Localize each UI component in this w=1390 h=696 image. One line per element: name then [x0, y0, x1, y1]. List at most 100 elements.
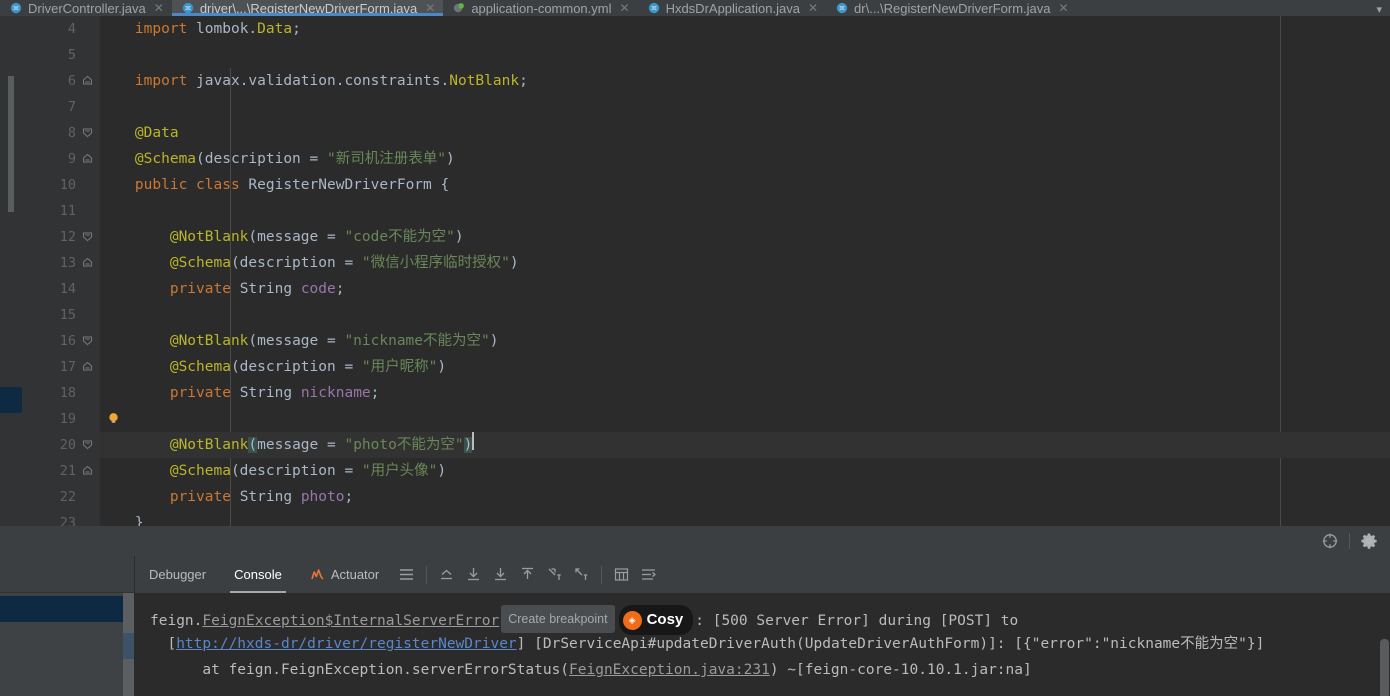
- code-line[interactable]: 5: [68, 42, 1390, 68]
- close-icon[interactable]: ✕: [620, 1, 630, 15]
- bottom-tool-window[interactable]: Debugger Console Actuator feign.FeignExcep…: [0, 556, 1390, 696]
- close-icon[interactable]: ✕: [425, 1, 435, 15]
- line-number: 19: [59, 411, 76, 427]
- crosshair-locate-icon[interactable]: [1321, 532, 1339, 550]
- code-line[interactable]: 20 @NotBlank(message = "photo不能为空"): [60, 432, 1390, 458]
- console-tab-bar[interactable]: Debugger Console Actuator: [135, 556, 1390, 593]
- console-scrollbar[interactable]: [1379, 593, 1390, 696]
- yaml-file-icon: [454, 3, 465, 13]
- code-fold-collapse-icon[interactable]: [82, 75, 93, 86]
- console-output[interactable]: feign.FeignException$InternalServerError…: [135, 593, 1390, 696]
- console-exception-link[interactable]: FeignException$InternalServerError: [202, 613, 499, 629]
- console-tab-debugger[interactable]: Debugger: [135, 556, 220, 593]
- step-out-icon[interactable]: [519, 566, 536, 583]
- menu-lines-icon[interactable]: [398, 566, 415, 583]
- console-scrollbar-thumb[interactable]: [1380, 639, 1389, 696]
- code-editor[interactable]: 4 import lombok.Data; 5 6 import javax.val…: [0, 16, 1390, 526]
- line-number: 20: [59, 437, 76, 453]
- code-line[interactable]: 15: [60, 302, 1390, 328]
- code-token: (description =: [196, 151, 327, 167]
- console-url-link[interactable]: http://hxds-dr/driver/registerNewDriver: [176, 636, 516, 652]
- code-line[interactable]: 14 private String code;: [60, 276, 1390, 302]
- editor-bottom-toolbar[interactable]: [0, 526, 1390, 556]
- editor-tab-0[interactable]: DriverController.java ✕: [0, 0, 172, 16]
- code-line[interactable]: 18 private String nickname;: [60, 380, 1390, 406]
- step-over-icon[interactable]: [465, 566, 482, 583]
- debug-frames-scrollbar-thumb[interactable]: [123, 633, 134, 659]
- code-line[interactable]: 9 @Schema(description = "新司机注册表单"): [68, 146, 1390, 172]
- create-breakpoint-hint[interactable]: Create breakpoint: [501, 605, 615, 633]
- close-icon[interactable]: ✕: [1059, 1, 1069, 15]
- code-fold-expand-icon[interactable]: [82, 127, 93, 138]
- code-fold-expand-icon[interactable]: [82, 231, 93, 242]
- code-fold-expand-icon[interactable]: [82, 439, 93, 450]
- force-step-into-icon[interactable]: [546, 566, 563, 583]
- code-line[interactable]: 16 @NotBlank(message = "nickname不能为空"): [60, 328, 1390, 354]
- tab-overflow-chevron-down-icon[interactable]: ▾: [1368, 3, 1390, 16]
- console-tab-actuator[interactable]: Actuator: [296, 556, 393, 593]
- code-line[interactable]: 21 @Schema(description = "用户头像"): [60, 458, 1390, 484]
- code-line[interactable]: 23 }: [60, 510, 1390, 526]
- evaluate-table-icon[interactable]: [613, 566, 630, 583]
- soft-wrap-icon[interactable]: [640, 566, 657, 583]
- code-fold-collapse-icon[interactable]: [82, 361, 93, 372]
- close-icon[interactable]: ✕: [808, 1, 818, 15]
- cosy-badge-label: Cosy: [646, 611, 684, 628]
- console-exception-link[interactable]: FeignException.java:231: [569, 662, 770, 678]
- code-fold-collapse-icon[interactable]: [82, 257, 93, 268]
- code-fold-collapse-icon[interactable]: [82, 465, 93, 476]
- code-token: ): [437, 359, 447, 375]
- line-number: 11: [59, 203, 76, 219]
- line-number: 16: [59, 333, 76, 349]
- code-token: String: [239, 489, 293, 505]
- code-token: photo: [300, 489, 345, 505]
- code-fold-expand-icon[interactable]: [82, 335, 93, 346]
- code-line-text: @Schema(description = "新司机注册表单"): [100, 146, 455, 172]
- close-icon[interactable]: ✕: [154, 1, 164, 15]
- code-fold-collapse-icon[interactable]: [82, 153, 93, 164]
- editor-tab-4[interactable]: dr\...\RegisterNewDriverForm.java ✕: [826, 0, 1077, 16]
- code-line[interactable]: 22 private String photo;: [60, 484, 1390, 510]
- debug-frames-panel[interactable]: [0, 556, 135, 696]
- java-class-icon: [648, 2, 659, 14]
- code-token: code: [300, 281, 336, 297]
- console-line: at feign.FeignException.serverErrorStatu…: [135, 657, 1390, 683]
- toolbar-separator: [1349, 533, 1350, 549]
- editor-tab-2[interactable]: application-common.yml ✕: [443, 0, 637, 16]
- code-line-text: private String nickname;: [100, 380, 380, 406]
- debug-frames-selected-row[interactable]: [0, 596, 135, 622]
- code-line[interactable]: 12 @NotBlank(message = "code不能为空"): [60, 224, 1390, 250]
- console-tab-console[interactable]: Console: [220, 556, 296, 593]
- console-text: at feign.FeignException.serverErrorStatu…: [150, 662, 570, 678]
- editor-text-area[interactable]: 4 import lombok.Data; 5 6 import javax.val…: [60, 16, 1390, 526]
- console-area[interactable]: Debugger Console Actuator feign.FeignExcep…: [135, 556, 1390, 696]
- code-line[interactable]: 7: [68, 94, 1390, 120]
- code-line[interactable]: 6 import javax.validation.constraints.No…: [68, 68, 1390, 94]
- code-line[interactable]: 17 @Schema(description = "用户昵称"): [60, 354, 1390, 380]
- code-line[interactable]: 10 public class RegisterNewDriverForm {: [60, 172, 1390, 198]
- code-line[interactable]: 11: [60, 198, 1390, 224]
- console-tab-label: Actuator: [330, 567, 380, 582]
- code-token: "code不能为空": [344, 229, 455, 245]
- code-line[interactable]: 13 @Schema(description = "微信小程序临时授权"): [60, 250, 1390, 276]
- editor-tab-bar[interactable]: DriverController.java ✕ driver\...\Registe…: [0, 0, 1390, 16]
- editor-tab-1[interactable]: driver\...\RegisterNewDriverForm.java ✕: [171, 0, 444, 16]
- code-line[interactable]: 19: [60, 406, 1390, 432]
- step-into-icon[interactable]: [492, 566, 509, 583]
- code-line[interactable]: 8 @Data: [68, 120, 1390, 146]
- step-out-to-icon[interactable]: [438, 566, 455, 583]
- editor-tab-3[interactable]: HxdsDrApplication.java ✕: [638, 0, 826, 16]
- intention-bulb-icon[interactable]: [107, 412, 120, 425]
- code-token: class: [196, 177, 240, 193]
- run-to-cursor-icon[interactable]: [573, 566, 590, 583]
- settings-gear-icon[interactable]: [1360, 532, 1378, 550]
- code-line[interactable]: 4 import lombok.Data;: [68, 16, 1390, 42]
- code-token: (message =: [248, 229, 345, 245]
- code-token: nickname: [300, 385, 371, 401]
- code-token: (: [248, 437, 258, 453]
- code-token: "用户头像": [361, 463, 438, 479]
- code-token: (description =: [230, 255, 362, 271]
